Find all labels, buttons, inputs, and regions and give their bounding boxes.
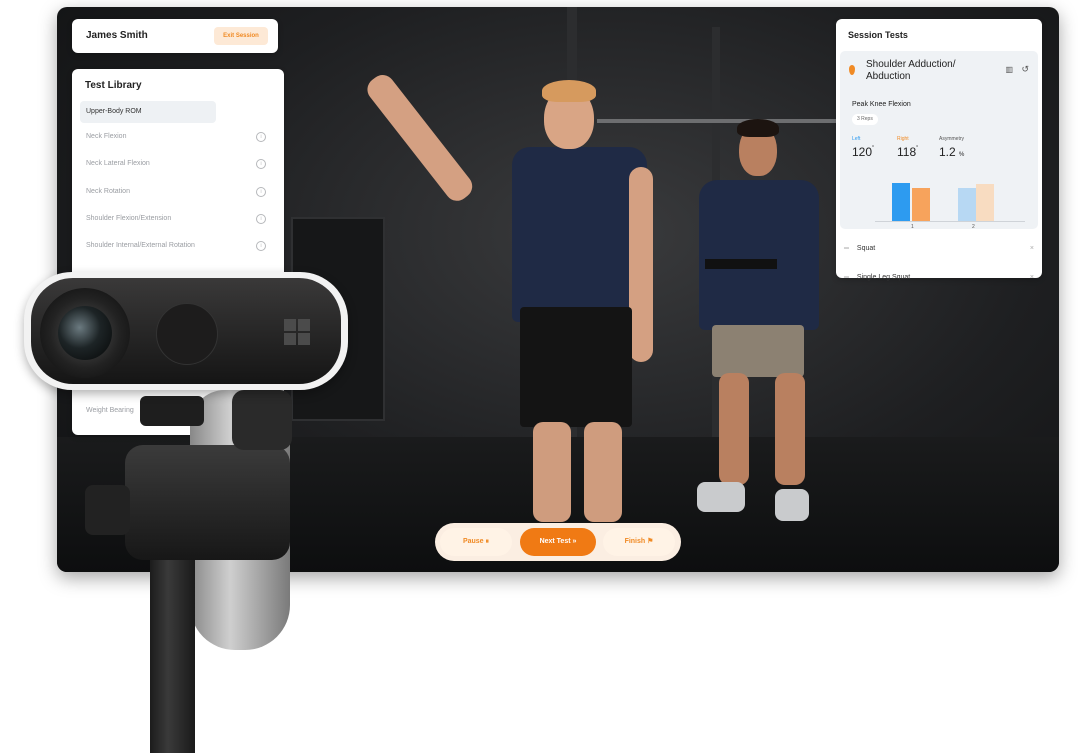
rep1-left-bar (892, 183, 910, 221)
chart-tick: 1 (911, 224, 914, 230)
library-item-label: Shoulder Internal/External Rotation (86, 242, 195, 249)
asymmetry-label: Asymmetry (939, 136, 964, 142)
info-icon[interactable]: i (256, 187, 266, 197)
library-item-weight-bearing[interactable]: Weight Bearing (86, 407, 134, 414)
left-label: Left (852, 136, 861, 142)
athlete-shirt (512, 147, 647, 322)
library-item[interactable]: Neck Flexion i (86, 132, 266, 142)
athlete-hair (542, 80, 596, 102)
degree-symbol: ° (916, 145, 919, 151)
drag-handle-icon[interactable]: ═ (844, 245, 849, 252)
coach-hair (737, 119, 779, 137)
library-item[interactable]: Shoulder Internal/External Rotation i (86, 241, 266, 251)
close-icon[interactable]: × (1030, 245, 1034, 252)
chart-icon[interactable]: ▥ (1005, 65, 1013, 74)
close-icon[interactable]: × (1030, 274, 1034, 281)
drag-handle-icon[interactable]: ═ (844, 274, 849, 281)
tripod-pole (150, 540, 195, 753)
rep-bar-chart (880, 181, 1020, 221)
info-icon[interactable]: i (256, 241, 266, 251)
athlete-shorts (520, 307, 632, 427)
forward-icon: » (572, 538, 577, 545)
library-category[interactable]: Upper-Body ROM (80, 101, 216, 123)
lowered-arm (629, 167, 653, 362)
pause-icon: ⏸ (485, 538, 490, 545)
finish-button[interactable]: Finish ⚑ (603, 528, 675, 556)
coach-left-shoe (697, 482, 745, 512)
reps-badge: 3 Reps (852, 114, 878, 125)
finish-label: Finish (624, 538, 646, 545)
library-item-label: Neck Rotation (86, 188, 130, 195)
current-test-card: Shoulder Adduction/ Abduction ▥ ↺ Peak K… (840, 51, 1038, 230)
windows-logo-icon (284, 319, 310, 345)
coach-left-leg (719, 373, 749, 485)
barbell (597, 119, 837, 123)
library-item-label: Neck Lateral Flexion (86, 160, 150, 167)
session-controls: Pause ⏸ Next Test » Finish ⚑ (435, 523, 681, 561)
chart-axis (875, 221, 1025, 222)
clamp-knob (85, 485, 130, 535)
coach-right-shoe (775, 489, 809, 521)
library-item[interactable]: Neck Rotation i (86, 187, 266, 197)
rep1-right-bar (912, 188, 930, 221)
coach-right-leg (775, 373, 805, 485)
left-value: 120 (852, 145, 873, 159)
current-test-name: Shoulder Adduction/ Abduction (866, 59, 956, 82)
session-tests-title: Session Tests (848, 30, 908, 40)
exit-session-button[interactable]: Exit Session (214, 27, 268, 45)
pause-label: Pause (462, 538, 484, 545)
session-test-label: Single Leg Squat (856, 274, 911, 281)
next-test-label: Next Test (539, 538, 571, 545)
tripod-hinge (232, 390, 292, 450)
info-icon[interactable]: i (256, 214, 266, 224)
rep2-right-bar (976, 184, 994, 221)
info-icon[interactable]: i (256, 159, 266, 169)
test-library-title: Test Library (85, 80, 142, 91)
info-icon[interactable]: i (256, 132, 266, 142)
session-test-row[interactable]: ═ Squat × (844, 245, 1034, 252)
tripod-clamp (125, 445, 290, 560)
chart-tick: 2 (972, 224, 975, 230)
right-value: 118 (897, 145, 917, 159)
flag-icon: ⚑ (647, 538, 654, 545)
library-item-label: Shoulder Flexion/Extension (86, 215, 172, 222)
pause-button[interactable]: Pause ⏸ (440, 528, 512, 556)
athlete-right-leg (584, 422, 622, 522)
webcam-sensor (156, 303, 218, 365)
asymmetry-value: 1.2 (939, 145, 956, 159)
right-label: Right (897, 136, 909, 142)
left-value-group: 120° (852, 145, 874, 159)
asymmetry-unit: % (959, 152, 965, 158)
rep2-left-bar (958, 188, 976, 221)
session-test-label: Squat (856, 245, 876, 252)
session-test-row[interactable]: ═ Single Leg Squat × (844, 274, 1034, 281)
athlete-left-leg (533, 422, 571, 522)
user-name: James Smith (86, 30, 148, 41)
coach-shirt (699, 180, 819, 330)
reset-icon[interactable]: ↺ (1021, 64, 1029, 75)
library-item-label: Neck Flexion (86, 133, 127, 140)
right-value-group: 118° (897, 145, 918, 159)
coach-shorts (712, 325, 804, 377)
degree-symbol: ° (872, 145, 875, 151)
session-tests-panel: Session Tests Shoulder Adduction/ Abduct… (836, 19, 1042, 281)
hinge-knob (140, 396, 204, 426)
next-test-button[interactable]: Next Test » (520, 528, 596, 556)
metric-title: Peak Knee Flexion (852, 101, 911, 108)
raised-arm (362, 70, 478, 206)
webcam-lens-glass (58, 306, 112, 360)
user-panel: James Smith Exit Session (72, 19, 278, 53)
library-item[interactable]: Neck Lateral Flexion i (86, 159, 266, 169)
tablet (705, 259, 777, 269)
asymmetry-value-group: 1.2 % (939, 145, 964, 159)
library-item[interactable]: Shoulder Flexion/Extension i (86, 214, 266, 224)
pin-icon (849, 65, 855, 75)
